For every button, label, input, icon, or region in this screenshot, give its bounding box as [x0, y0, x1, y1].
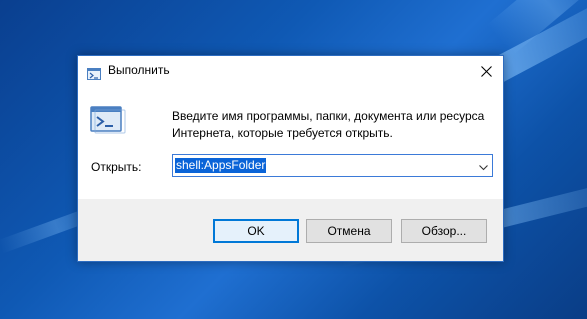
- run-icon: [90, 106, 126, 134]
- run-dialog: Выполнить Введите имя программы, папки, …: [77, 55, 504, 262]
- cancel-button[interactable]: Отмена: [306, 219, 392, 243]
- close-button[interactable]: [469, 56, 503, 86]
- ok-button[interactable]: OK: [213, 219, 299, 243]
- open-combobox[interactable]: shell:AppsFolder: [172, 154, 493, 177]
- dialog-footer: OK Отмена Обзор...: [78, 199, 503, 261]
- run-icon: [87, 65, 101, 80]
- chevron-down-icon: [478, 156, 488, 175]
- open-input[interactable]: shell:AppsFolder: [175, 158, 267, 173]
- dropdown-button[interactable]: [474, 155, 492, 176]
- title-bar[interactable]: Выполнить: [78, 56, 503, 86]
- browse-button[interactable]: Обзор...: [401, 219, 487, 243]
- window-title: Выполнить: [108, 63, 170, 77]
- dialog-description: Введите имя программы, папки, документа …: [172, 109, 485, 140]
- dialog-content: Введите имя программы, папки, документа …: [78, 86, 503, 199]
- close-icon: [480, 62, 492, 81]
- open-label: Открыть:: [91, 160, 142, 174]
